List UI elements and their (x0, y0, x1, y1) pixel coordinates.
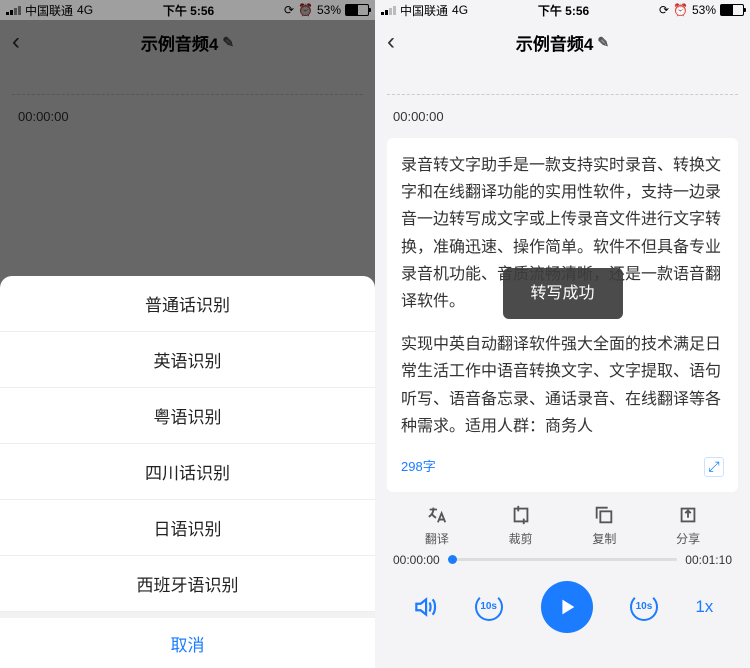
cancel-button[interactable]: 取消 (0, 612, 375, 668)
modal-overlay[interactable]: 普通话识别 英语识别 粤语识别 四川话识别 日语识别 西班牙语识别 取消 (0, 0, 375, 668)
rewind-10-button[interactable]: 10s (475, 593, 503, 621)
crop-button[interactable]: 裁剪 (509, 504, 533, 547)
signal-icon (381, 5, 396, 15)
carrier-label: 中国联通 (400, 2, 448, 19)
progress-slider[interactable] (448, 558, 678, 561)
transcription-box[interactable]: 录音转文字助手是一款支持实时录音、转换文字和在线翻译功能的实用性软件，支持一边录… (387, 138, 738, 492)
battery-pct: 53% (692, 3, 716, 17)
toast-success: 转写成功 (502, 268, 622, 319)
back-button[interactable]: ‹ (387, 28, 395, 56)
forward-10-button[interactable]: 10s (630, 593, 658, 621)
progress-current: 00:00:00 (393, 553, 440, 567)
sheet-item-cantonese[interactable]: 粤语识别 (0, 388, 375, 444)
nav-bar: ‹ 示例音频4 ✎ (375, 20, 750, 64)
sheet-item-sichuan[interactable]: 四川话识别 (0, 444, 375, 500)
player-controls: 10s 10s 1x (375, 567, 750, 641)
copy-button[interactable]: 复制 (592, 504, 616, 547)
translate-icon (426, 504, 448, 526)
translate-button[interactable]: 翻译 (425, 504, 449, 547)
status-bar: 中国联通 4G 下午 5:56 ⟳ ⏰ 53% (375, 0, 750, 20)
battery-icon (720, 4, 744, 16)
sheet-item-japanese[interactable]: 日语识别 (0, 500, 375, 556)
clock: 下午 5:56 (538, 2, 589, 19)
action-sheet: 普通话识别 英语识别 粤语识别 四川话识别 日语识别 西班牙语识别 取消 (0, 276, 375, 668)
crop-icon (510, 504, 532, 526)
play-icon (556, 596, 578, 618)
word-count-label: 298字 (401, 456, 436, 478)
copy-icon (593, 504, 615, 526)
expand-icon[interactable]: ⤢ (704, 457, 724, 477)
sheet-item-mandarin[interactable]: 普通话识别 (0, 276, 375, 332)
screen-transcription: 中国联通 4G 下午 5:56 ⟳ ⏰ 53% ‹ 示例音频4 ✎ 00:00:… (375, 0, 750, 668)
progress-row: 00:00:00 00:01:10 (375, 553, 750, 567)
network-label: 4G (452, 3, 468, 17)
screen-language-select: 中国联通 4G 下午 5:56 ⟳ ⏰ 53% ‹ 示例音频4 ✎ 00:00:… (0, 0, 375, 668)
transcription-para-2: 实现中英自动翻译软件强大全面的技术满足日常生活工作中语音转换文字、文字提取、语句… (401, 331, 724, 440)
timestamp-label: 00:00:00 (375, 95, 750, 138)
alarm-icon: ⏰ (673, 3, 688, 17)
share-button[interactable]: 分享 (676, 504, 700, 547)
speed-button[interactable]: 1x (695, 597, 713, 617)
page-title: 示例音频4 ✎ (516, 30, 609, 55)
share-icon (677, 504, 699, 526)
tool-bar: 翻译 裁剪 复制 分享 (375, 492, 750, 553)
progress-total: 00:01:10 (685, 553, 732, 567)
volume-button[interactable] (412, 594, 438, 620)
edit-icon[interactable]: ✎ (597, 34, 609, 51)
volume-icon (412, 594, 438, 620)
sheet-item-english[interactable]: 英语识别 (0, 332, 375, 388)
sheet-item-spanish[interactable]: 西班牙语识别 (0, 556, 375, 612)
orientation-lock-icon: ⟳ (659, 3, 669, 17)
content-area: 00:00:00 录音转文字助手是一款支持实时录音、转换文字和在线翻译功能的实用… (375, 94, 750, 668)
play-button[interactable] (541, 581, 593, 633)
